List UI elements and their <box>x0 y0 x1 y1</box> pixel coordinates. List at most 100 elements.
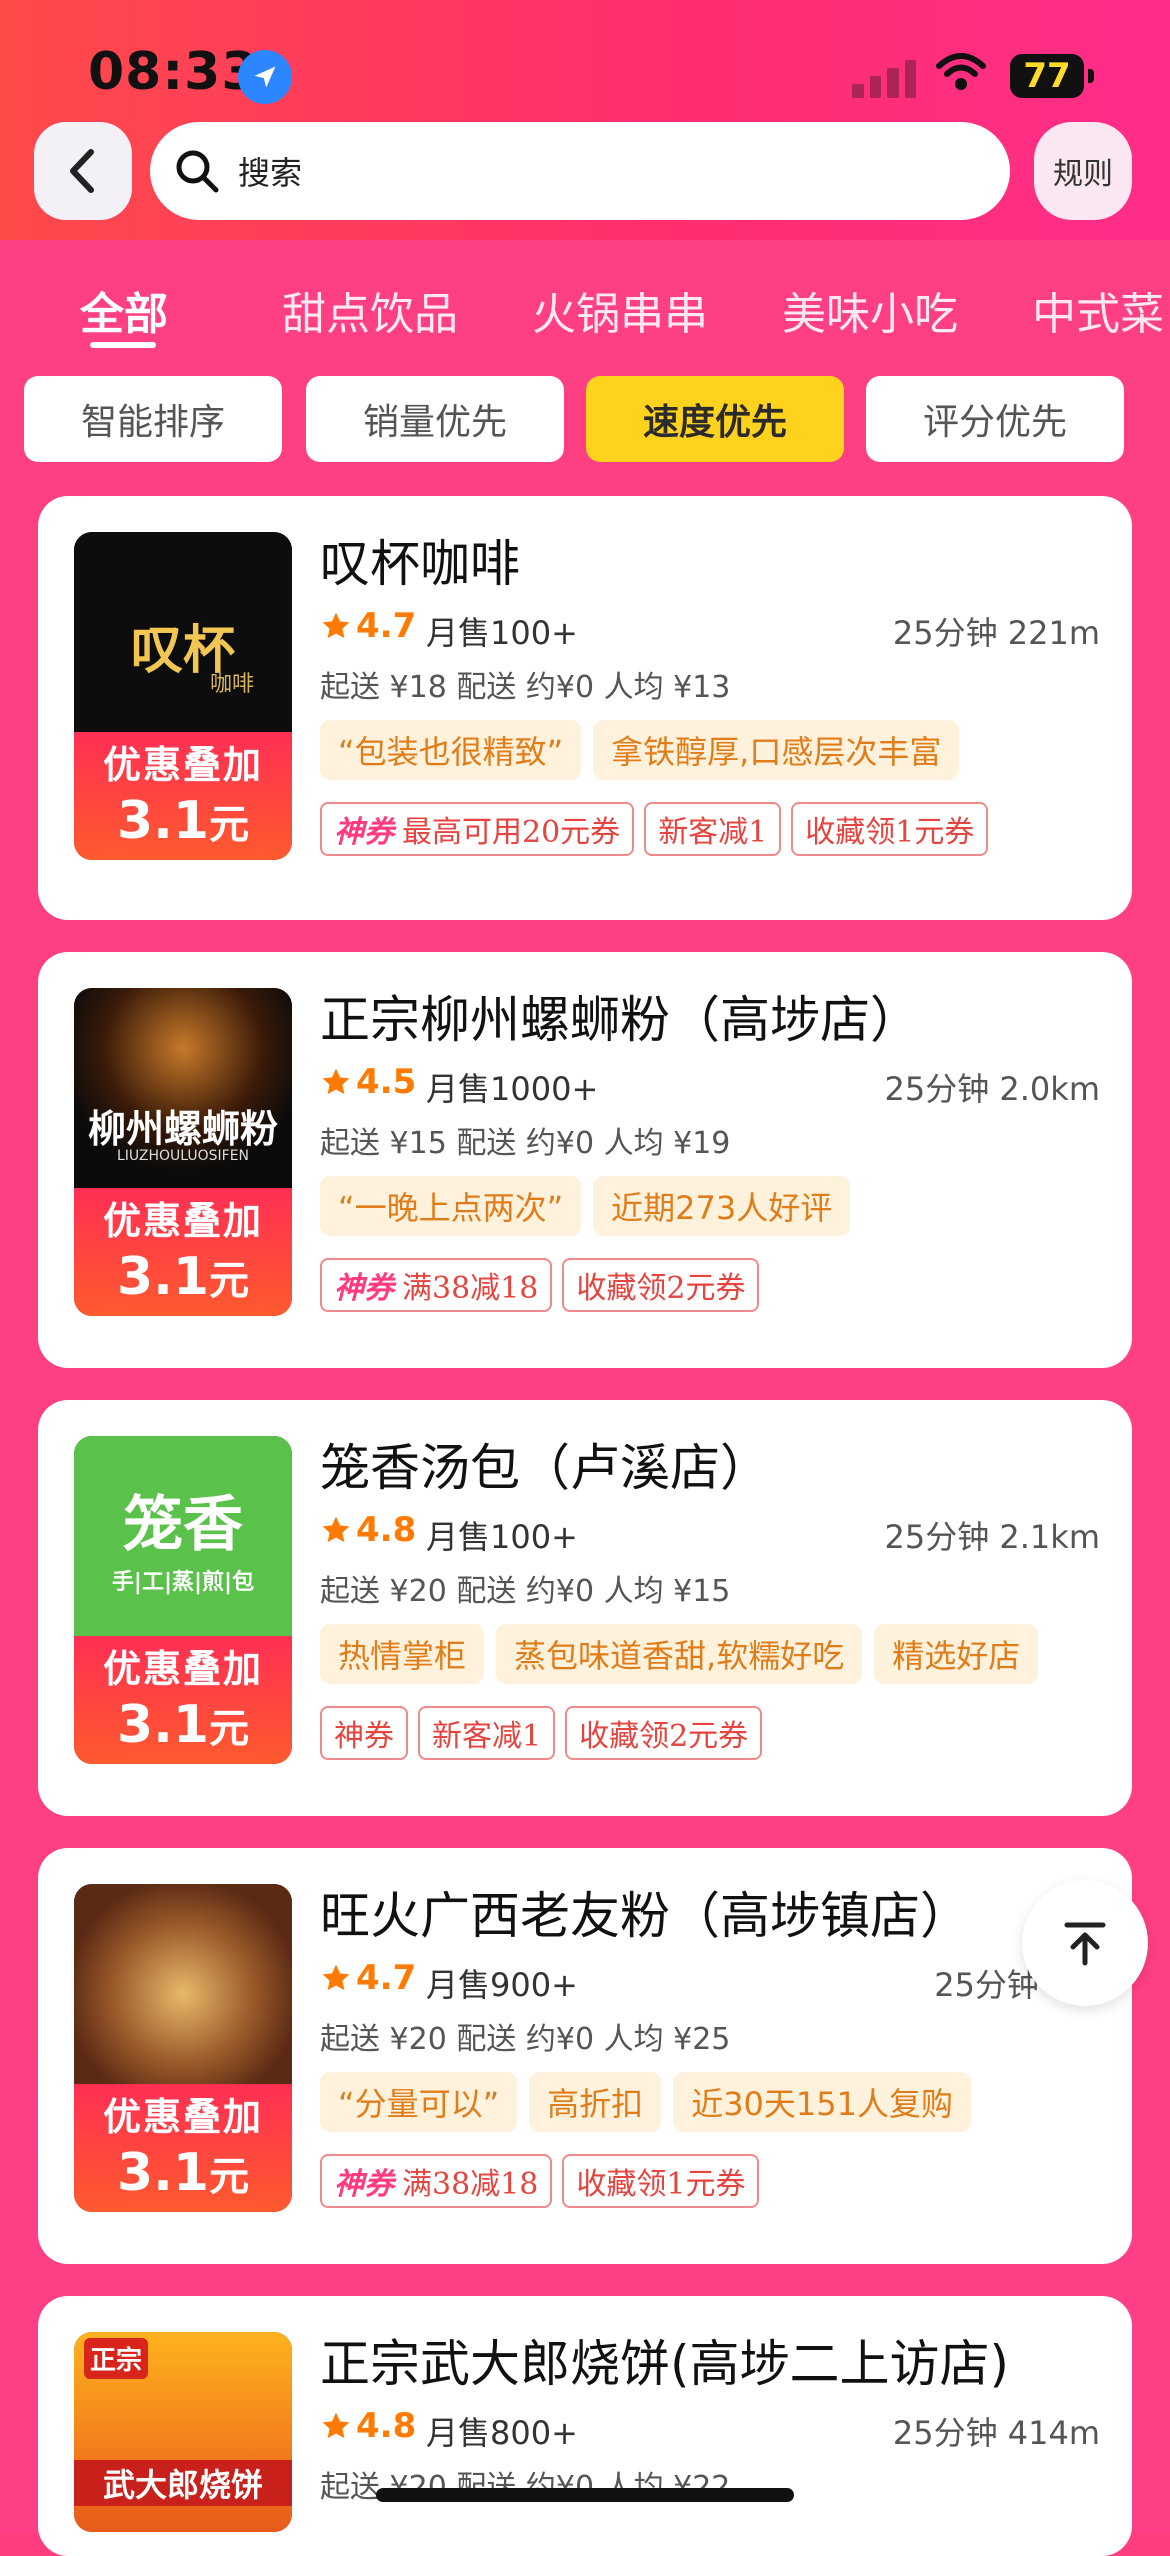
promo-amount: 3.1 <box>116 2143 210 2203</box>
promo-unit: 元 <box>209 1706 250 1752</box>
store-thumbnail: 优惠叠加 3.1元 <box>74 1884 292 2212</box>
store-tags: 热情掌柜 蒸包味道香甜,软糯好吃 精选好店 <box>320 1624 1039 1684</box>
store-coupons: 神券 满38减18 收藏领1元券 <box>320 2154 760 2208</box>
store-tag: “包装也很精致” <box>320 720 582 780</box>
store-eta-distance: 25分钟 221m <box>892 614 1100 652</box>
store-image <box>74 1884 292 2084</box>
coupon-badge[interactable]: 神券 满38减18 <box>320 2154 553 2208</box>
store-tag: 蒸包味道香甜,软糯好吃 <box>496 1624 863 1684</box>
status-time: 08:33 <box>88 42 259 102</box>
store-card[interactable]: 柳州螺蛳粉 LIUZHOULUOSIFEN 优惠叠加 3.1元 正宗柳州螺蛳粉（… <box>38 952 1132 1368</box>
store-image: 叹杯 咖啡 <box>74 532 292 732</box>
search-icon <box>176 150 219 193</box>
coupon-badge[interactable]: 神券 <box>320 1706 408 1760</box>
store-image-subtext: 正宗 <box>84 2338 149 2379</box>
store-image-text: 武大郎烧饼 <box>74 2460 292 2506</box>
store-rating: 4.5 <box>356 1062 417 1102</box>
store-tag: 近30天151人复购 <box>673 2072 971 2132</box>
promo-line: 优惠叠加 <box>102 1199 263 1243</box>
store-tag: 热情掌柜 <box>320 1624 485 1684</box>
coupon-badge[interactable]: 收藏领1元券 <box>562 2154 760 2208</box>
store-rating: 4.7 <box>356 1958 417 1998</box>
tab-all[interactable]: 全部 <box>80 278 168 342</box>
store-image: 笼香 手|工|蒸|煎|包 <box>74 1436 292 1636</box>
promo-line: 优惠叠加 <box>102 743 263 787</box>
store-tags: “包装也很精致” 拿铁醇厚,口感层次丰富 <box>320 720 960 780</box>
home-indicator <box>376 2488 794 2502</box>
signal-icon <box>852 56 916 98</box>
coupon-text: 最高可用20元券 <box>402 815 621 850</box>
store-tags: “一晚上点两次” 近期273人好评 <box>320 1176 851 1236</box>
store-thumbnail: 叹杯 咖啡 优惠叠加 3.1元 <box>74 532 292 860</box>
store-image-text: 柳州螺蛳粉 <box>87 1106 278 1151</box>
promo-badge: 优惠叠加 3.1元 <box>74 1188 292 1316</box>
promo-unit: 元 <box>209 802 250 848</box>
store-card[interactable]: 正宗 武大郎烧饼 正宗武大郎烧饼(高埗二上访店) 4.8 月售800+ 25分钟… <box>38 2296 1132 2556</box>
shenquan-label: 神券 <box>334 815 394 850</box>
sort-sales[interactable]: 销量优先 <box>306 376 564 462</box>
sort-smart[interactable]: 智能排序 <box>24 376 282 462</box>
store-rating: 4.8 <box>356 2406 417 2446</box>
coupon-badge[interactable]: 新客减1 <box>418 1706 556 1760</box>
store-sales: 月售800+ <box>426 2414 578 2452</box>
category-tabs: 全部 甜点饮品 火锅串串 美味小吃 中式菜 <box>0 270 1170 350</box>
search-input[interactable]: 搜索 <box>150 122 1010 220</box>
store-tag: 拿铁醇厚,口感层次丰富 <box>593 720 960 780</box>
promo-line: 优惠叠加 <box>102 1647 263 1691</box>
store-name: 叹杯咖啡 <box>320 535 520 593</box>
store-coupons: 神券 最高可用20元券 新客减1 收藏领1元券 <box>320 802 989 856</box>
tab-chinese-dishes[interactable]: 中式菜 <box>1032 278 1164 342</box>
location-arrow-icon <box>238 50 292 104</box>
back-button[interactable] <box>34 122 132 220</box>
star-icon <box>322 2412 350 2439</box>
shenquan-label: 神券 <box>334 2167 394 2202</box>
search-placeholder: 搜索 <box>238 154 303 192</box>
coupon-badge[interactable]: 神券 最高可用20元券 <box>320 802 635 856</box>
store-name: 笼香汤包（卢溪店） <box>320 1439 770 1497</box>
store-fees: 起送 ¥20 配送 约¥0 人均 ¥25 <box>320 2022 731 2057</box>
store-sales: 月售1000+ <box>426 1070 599 1108</box>
coupon-badge[interactable]: 收藏领2元券 <box>565 1706 763 1760</box>
active-tab-indicator <box>90 342 156 348</box>
scroll-to-top-button[interactable] <box>1022 1880 1148 2006</box>
store-sales: 月售900+ <box>426 1966 578 2004</box>
rules-button[interactable]: 规则 <box>1034 122 1132 220</box>
tab-desserts-drinks[interactable]: 甜点饮品 <box>282 278 458 342</box>
promo-line: 优惠叠加 <box>102 2095 263 2139</box>
coupon-badge[interactable]: 收藏领2元券 <box>562 1258 760 1312</box>
shenquan-label: 神券 <box>334 1271 394 1306</box>
store-coupons: 神券 新客减1 收藏领2元券 <box>320 1706 763 1760</box>
promo-unit: 元 <box>209 1258 250 1304</box>
store-card[interactable]: 优惠叠加 3.1元 旺火广西老友粉（高埗镇店） 4.7 月售900+ 25分钟 … <box>38 1848 1132 2264</box>
store-fees: 起送 ¥20 配送 约¥0 人均 ¥15 <box>320 1574 731 1609</box>
store-fees: 起送 ¥15 配送 约¥0 人均 ¥19 <box>320 1126 731 1161</box>
promo-amount: 3.1 <box>116 791 210 851</box>
store-tag: 精选好店 <box>874 1624 1039 1684</box>
promo-amount: 3.1 <box>116 1695 210 1755</box>
promo-amount: 3.1 <box>116 1247 210 1307</box>
sort-rating[interactable]: 评分优先 <box>866 376 1124 462</box>
coupon-text: 满38减18 <box>402 2167 539 2202</box>
arrow-up-icon <box>1064 1922 1106 1966</box>
store-eta-distance: 25分钟 2.0km <box>884 1070 1101 1108</box>
store-card[interactable]: 笼香 手|工|蒸|煎|包 优惠叠加 3.1元 笼香汤包（卢溪店） 4.8 月售1… <box>38 1400 1132 1816</box>
store-rating: 4.7 <box>356 606 417 646</box>
store-thumbnail: 笼香 手|工|蒸|煎|包 优惠叠加 3.1元 <box>74 1436 292 1764</box>
store-eta-distance: 25分钟 414m <box>892 2414 1100 2452</box>
star-icon <box>322 1068 350 1095</box>
sort-speed[interactable]: 速度优先 <box>586 376 844 462</box>
tab-hotpot-skewers[interactable]: 火锅串串 <box>532 278 708 342</box>
store-rating: 4.8 <box>356 1510 417 1550</box>
coupon-badge[interactable]: 新客减1 <box>644 802 782 856</box>
coupon-badge[interactable]: 收藏领1元券 <box>791 802 989 856</box>
store-image: 正宗 武大郎烧饼 <box>74 2332 292 2532</box>
tab-snacks[interactable]: 美味小吃 <box>782 278 958 342</box>
store-tag: “一晚上点两次” <box>320 1176 582 1236</box>
store-fees: 起送 ¥18 配送 约¥0 人均 ¥13 <box>320 670 731 705</box>
store-card[interactable]: 叹杯 咖啡 优惠叠加 3.1元 叹杯咖啡 4.7 月售100+ 25分钟 221… <box>38 496 1132 920</box>
store-image-subtext: 咖啡 <box>209 672 254 697</box>
coupon-badge[interactable]: 神券 满38减18 <box>320 1258 553 1312</box>
store-sales: 月售100+ <box>426 614 578 652</box>
store-name: 正宗柳州螺蛳粉（高埗店） <box>320 991 920 1049</box>
star-icon <box>322 612 350 639</box>
